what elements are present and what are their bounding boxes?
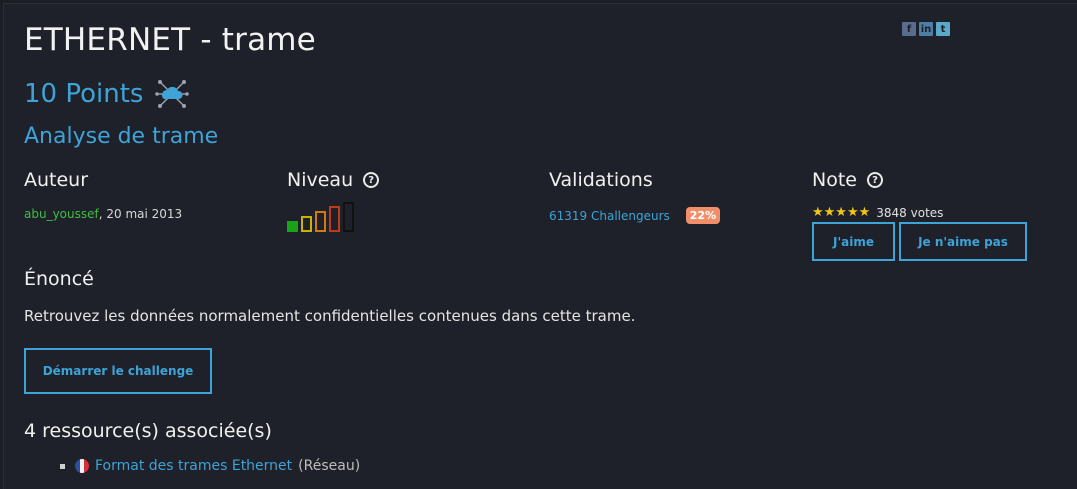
statement-text: Retrouvez les données normalement confid…: [24, 307, 636, 325]
challenge-points: 10 Points: [24, 78, 190, 110]
network-cloud-icon: [155, 80, 190, 108]
level-bar: [343, 202, 354, 232]
author-column: Auteur abu_youssef, 20 mai 2013: [24, 169, 182, 221]
author-username[interactable]: abu_youssef: [24, 207, 99, 221]
level-heading: Niveau ?: [287, 169, 380, 191]
validations-count[interactable]: 61319 Challengeurs: [549, 209, 670, 223]
start-challenge-button[interactable]: Démarrer le challenge: [24, 348, 212, 394]
level-bar: [329, 206, 340, 232]
like-button[interactable]: J'aime: [812, 222, 895, 261]
note-heading: Note ?: [812, 169, 1027, 191]
rating-votes: 3848 votes: [876, 205, 944, 220]
level-bar: [315, 211, 326, 232]
level-indicator: [287, 202, 379, 232]
level-column: Niveau ?: [287, 169, 380, 232]
author-date: , 20 mai 2013: [98, 207, 183, 221]
french-flag-icon: [75, 459, 89, 473]
resource-link[interactable]: Format des trames Ethernet: [95, 458, 292, 474]
vote-buttons: J'aime Je n'aime pas: [812, 222, 1027, 261]
level-bar: [301, 216, 312, 232]
bullet-icon: [60, 463, 65, 469]
validations-column: Validations 61319 Challengeurs 22%: [549, 169, 721, 224]
author-heading: Auteur: [24, 169, 89, 191]
resources-list: Format des trames Ethernet (Réseau): [60, 458, 360, 482]
note-help-icon[interactable]: ?: [866, 172, 883, 188]
rating-stars: ★★★★★: [812, 205, 871, 220]
twitter-icon[interactable]: t: [936, 22, 950, 36]
facebook-icon[interactable]: f: [902, 22, 916, 36]
validations-heading: Validations: [549, 169, 653, 191]
share-bar: f in t: [902, 22, 950, 36]
resources-heading: 4 ressource(s) associée(s): [24, 420, 272, 442]
note-column: Note ? ★★★★★ 3848 votes J'aime Je n'aime…: [812, 169, 1027, 261]
resource-category: (Réseau): [298, 458, 361, 474]
validations-line: 61319 Challengeurs 22%: [549, 207, 721, 224]
challenge-title: ETHERNET - trame: [24, 22, 316, 58]
validations-percent-badge: 22%: [685, 207, 721, 224]
challenge-category[interactable]: Analyse de trame: [24, 124, 218, 149]
level-bar: [287, 221, 298, 232]
points-label: 10 Points: [24, 79, 144, 109]
author-line: abu_youssef, 20 mai 2013: [24, 207, 182, 221]
linkedin-icon[interactable]: in: [919, 22, 933, 36]
dislike-button[interactable]: Je n'aime pas: [899, 222, 1027, 261]
level-help-icon[interactable]: ?: [363, 172, 380, 188]
resource-item: Format des trames Ethernet (Réseau): [60, 458, 360, 474]
rating-line: ★★★★★ 3848 votes: [812, 205, 1027, 220]
statement-heading: Énoncé: [24, 268, 94, 290]
